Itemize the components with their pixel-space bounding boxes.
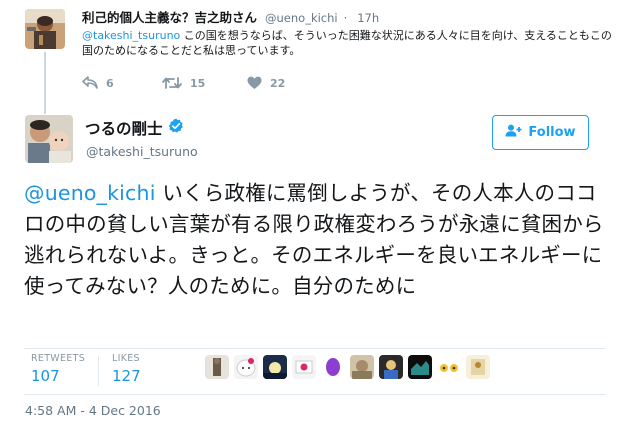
reply-icon (82, 76, 98, 90)
follow-button[interactable]: Follow (492, 115, 589, 150)
parent-action-bar: 6 15 22 (82, 74, 382, 92)
parent-avatar[interactable] (25, 9, 65, 49)
reply-count: 6 (106, 76, 114, 90)
likes-value: 127 (112, 367, 141, 385)
main-avatar[interactable] (25, 115, 73, 163)
parent-tweet-text: @takeshi_tsuruno この国を想うならば、そういった困難な状況にある… (82, 28, 612, 58)
liker-avatar[interactable] (292, 355, 316, 379)
liker-avatar[interactable] (437, 355, 461, 379)
liker-avatar[interactable] (321, 355, 345, 379)
tweet-timestamp[interactable]: 4:58 AM - 4 Dec 2016 (25, 402, 161, 420)
retweets-value: 107 (31, 367, 60, 385)
heart-icon (247, 76, 262, 90)
like-count: 22 (270, 76, 286, 90)
parent-header: 利己的個人主義な？吉之助さん @ueno_kichi · 17h (82, 9, 612, 27)
main-mention-link[interactable]: @ueno_kichi (24, 181, 156, 205)
follow-label: Follow (528, 125, 576, 140)
retweets-label: RETWEETS (31, 353, 86, 364)
liker-avatar[interactable] (379, 355, 403, 379)
verified-badge-icon (168, 118, 184, 140)
stats-separator (98, 356, 99, 386)
liker-avatars (205, 355, 495, 383)
follow-person-icon (505, 124, 528, 141)
retweet-button[interactable]: 15 (162, 74, 205, 92)
main-handle[interactable]: @takeshi_tsuruno (86, 143, 198, 161)
liker-avatar[interactable] (466, 355, 490, 379)
main-tweet-text: @ueno_kichi いくら政権に罵倒しようが、その人本人のココロの中の貧しい… (24, 178, 614, 302)
parent-handle[interactable]: @ueno_kichi (265, 11, 338, 25)
parent-time[interactable]: 17h (357, 11, 379, 25)
likes-label: LIKES (112, 353, 140, 364)
thread-connector (44, 52, 46, 114)
reply-button[interactable]: 6 (82, 74, 114, 92)
liker-avatar[interactable] (408, 355, 432, 379)
parent-tweet: 利己的個人主義な？吉之助さん @ueno_kichi · 17h @takesh… (0, 0, 620, 114)
like-button[interactable]: 22 (247, 74, 285, 92)
retweet-icon (162, 76, 182, 90)
header-separator: · (343, 11, 348, 25)
parent-mention-link[interactable]: @takeshi_tsuruno (82, 29, 180, 42)
liker-avatar[interactable] (263, 355, 287, 379)
parent-display-name[interactable]: 利己的個人主義な？吉之助さん (82, 10, 257, 25)
liker-avatar[interactable] (234, 355, 258, 379)
retweet-count: 15 (190, 76, 206, 90)
liker-avatar[interactable] (350, 355, 374, 379)
stats-divider-top (24, 348, 606, 349)
likes-stat[interactable]: LIKES 127 (112, 352, 141, 386)
liker-avatar[interactable] (205, 355, 229, 379)
stats-divider-bottom (24, 394, 606, 395)
main-display-name-row: つるの剛士 (85, 118, 184, 140)
main-display-name[interactable]: つるの剛士 (85, 118, 163, 140)
retweets-stat[interactable]: RETWEETS 107 (31, 352, 85, 386)
